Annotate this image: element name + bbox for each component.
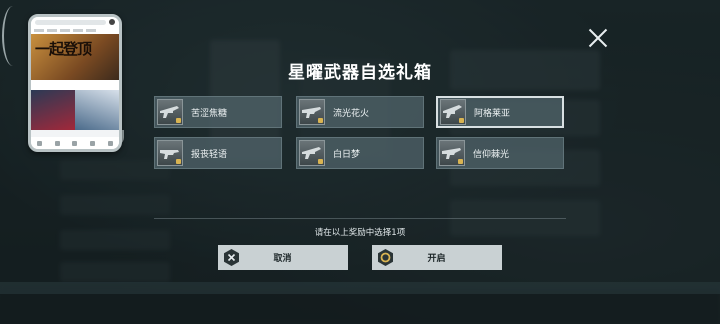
- reward-option[interactable]: 流光花火: [296, 96, 424, 128]
- rarity-marker: [458, 159, 463, 164]
- reward-label: 苦涩焦糖: [191, 108, 228, 119]
- phone-artwork: [31, 90, 119, 130]
- rarity-marker: [318, 159, 323, 164]
- reward-label: 信仰棘光: [473, 149, 510, 160]
- weapon-thumbnail: [299, 140, 325, 166]
- rarity-marker: [318, 118, 323, 123]
- reward-option[interactable]: 信仰棘光: [436, 137, 564, 169]
- search-bar-placeholder: [35, 19, 106, 25]
- rarity-marker: [176, 159, 181, 164]
- dialog-title: 星曜武器自选礼箱: [288, 63, 432, 83]
- open-label: 开启: [427, 254, 446, 264]
- cancel-button[interactable]: 取消: [218, 245, 348, 270]
- avatar: [109, 19, 115, 25]
- reward-label: 流光花火: [333, 108, 370, 119]
- reward-option[interactable]: 报丧轻语: [154, 137, 282, 169]
- weapon-thumbnail: [157, 99, 183, 125]
- divider: [154, 218, 566, 219]
- bottom-strip: [0, 282, 720, 294]
- selection-hint: 请在以上奖励中选择1项: [314, 228, 406, 238]
- cancel-x-icon: [222, 248, 241, 267]
- close-icon[interactable]: [588, 28, 608, 48]
- decorative-arc: [2, 6, 24, 66]
- rarity-marker: [459, 118, 464, 123]
- confirm-circle-icon: [376, 248, 395, 267]
- reward-option[interactable]: 苦涩焦糖: [154, 96, 282, 128]
- reward-label: 阿格莱亚: [474, 108, 511, 119]
- phone-screen: 一起登顶: [28, 14, 122, 152]
- reward-label: 白日梦: [333, 149, 361, 160]
- weapon-thumbnail: [440, 99, 466, 125]
- cancel-label: 取消: [273, 254, 292, 264]
- reward-option[interactable]: 白日梦: [296, 137, 424, 169]
- weapon-thumbnail: [299, 99, 325, 125]
- open-button[interactable]: 开启: [372, 245, 502, 270]
- weapon-thumbnail: [157, 140, 183, 166]
- banner-text: 一起登顶: [35, 40, 92, 58]
- rarity-marker: [176, 118, 181, 123]
- weapon-thumbnail: [439, 140, 465, 166]
- reward-label: 报丧轻语: [191, 149, 228, 160]
- reward-option-selected[interactable]: 阿格莱亚: [436, 96, 564, 128]
